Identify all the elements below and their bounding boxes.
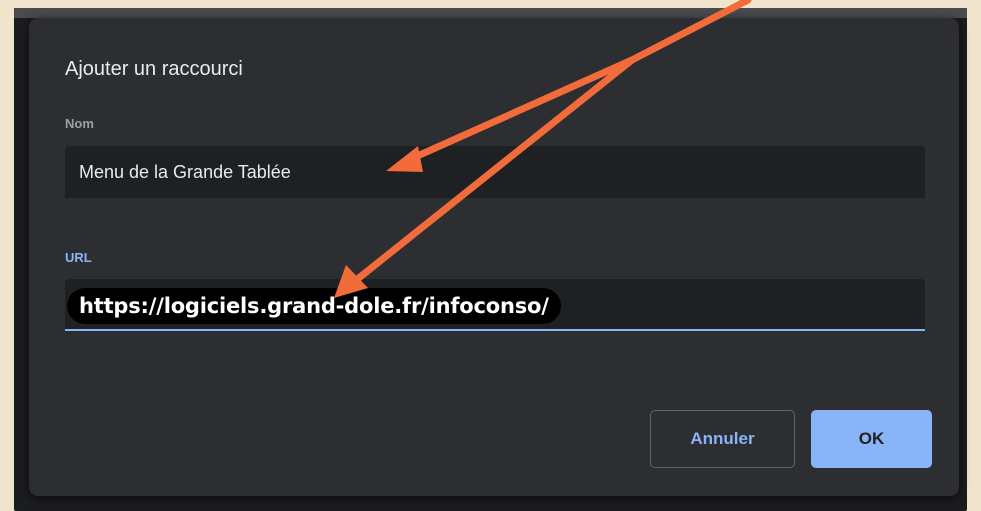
name-field-label: Nom <box>65 116 94 131</box>
url-field-label: URL <box>65 250 92 265</box>
url-field[interactable]: https://logiciels.grand-dole.fr/infocons… <box>65 279 925 331</box>
screenshot-page: Ajouter un raccourci Nom Menu de la Gran… <box>0 0 981 511</box>
window-top-strip <box>14 8 967 18</box>
name-field-value: Menu de la Grande Tablée <box>79 162 291 182</box>
name-field[interactable]: Menu de la Grande Tablée <box>65 146 925 198</box>
cancel-button[interactable]: Annuler <box>650 410 795 468</box>
url-field-value: https://logiciels.grand-dole.fr/infocons… <box>67 288 561 324</box>
ok-button[interactable]: OK <box>811 410 932 468</box>
add-shortcut-dialog: Ajouter un raccourci Nom Menu de la Gran… <box>29 18 959 496</box>
dialog-title: Ajouter un raccourci <box>65 58 243 80</box>
